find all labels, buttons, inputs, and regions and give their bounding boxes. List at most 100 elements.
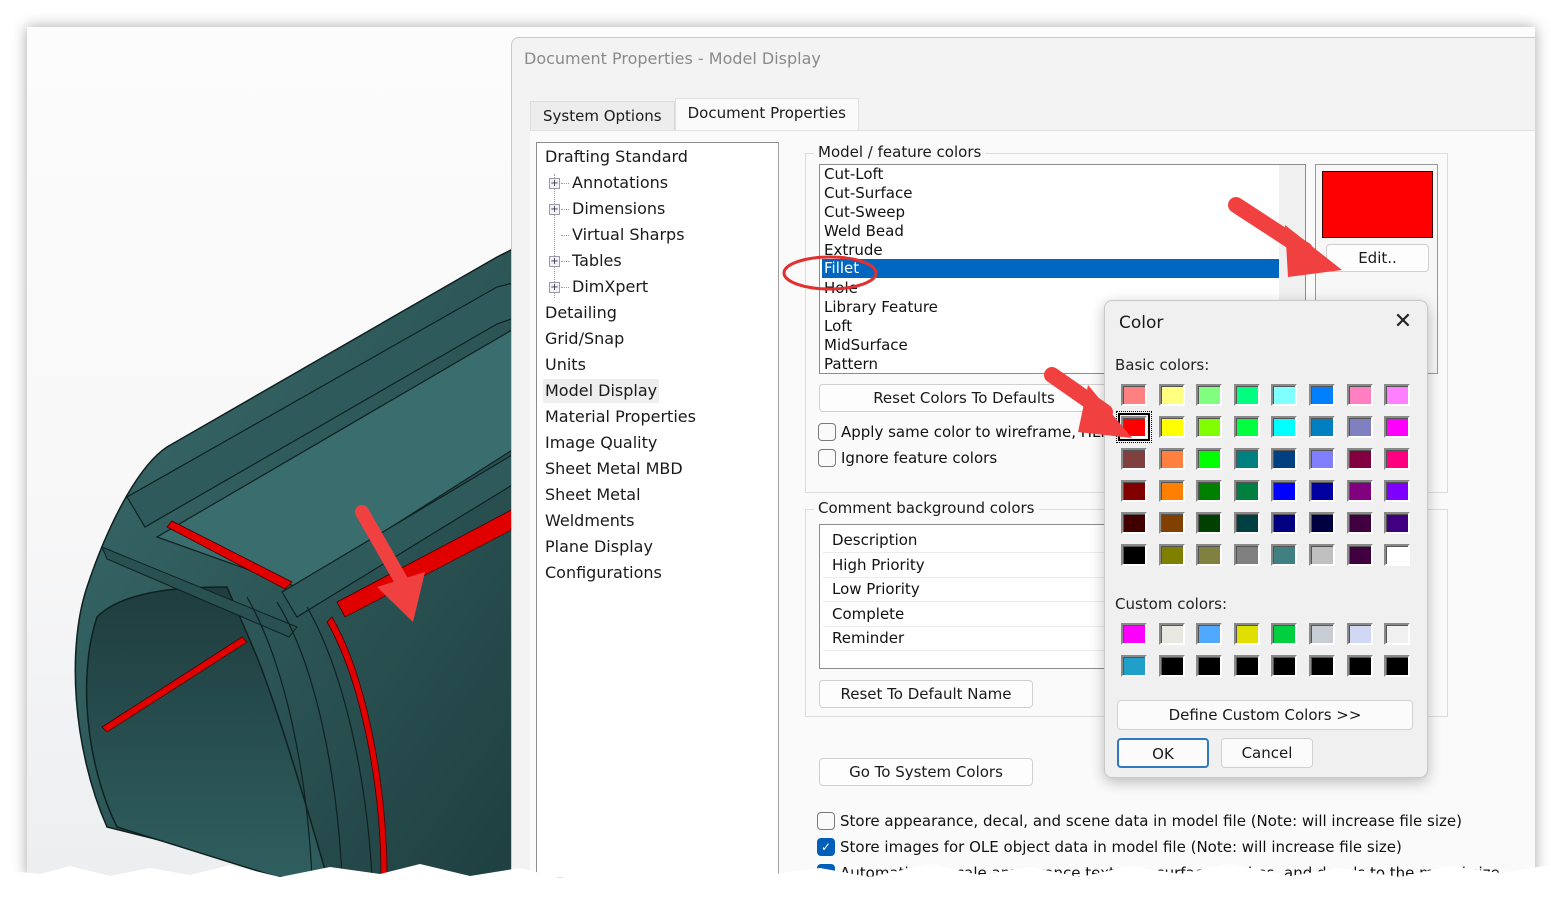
- basic-color-swatch[interactable]: [1158, 480, 1185, 502]
- basic-color-swatch[interactable]: [1271, 480, 1298, 502]
- tree-item-drafting-standard[interactable]: Drafting Standard: [545, 145, 688, 169]
- swatch-arrow-icon: [1044, 367, 1132, 438]
- custom-color-swatch[interactable]: [1158, 655, 1185, 677]
- custom-color-swatch[interactable]: [1121, 623, 1147, 645]
- basic-color-swatch[interactable]: [1271, 512, 1298, 534]
- custom-color-swatch[interactable]: [1384, 623, 1411, 645]
- custom-color-swatch[interactable]: [1196, 623, 1223, 645]
- expand-icon[interactable]: +: [549, 282, 560, 293]
- torn-edge-bottom: [0, 864, 1551, 903]
- tree-item-model-display[interactable]: Model Display: [543, 379, 660, 403]
- basic-color-swatch[interactable]: [1271, 544, 1298, 566]
- basic-color-swatch[interactable]: [1384, 512, 1411, 534]
- basic-color-swatch[interactable]: [1196, 512, 1223, 534]
- group-label: Comment background colors: [814, 499, 1039, 517]
- basic-color-swatch[interactable]: [1346, 512, 1373, 534]
- edit-arrow-icon: [1228, 197, 1342, 277]
- comment-color-list[interactable]: Description High Priority Low Priority C…: [819, 524, 1119, 669]
- list-item[interactable]: Low Priority: [832, 577, 920, 601]
- basic-color-swatch[interactable]: [1346, 544, 1373, 566]
- tab-system-options[interactable]: System Options: [530, 101, 675, 131]
- basic-color-swatch[interactable]: [1121, 544, 1147, 566]
- custom-color-swatch[interactable]: [1121, 655, 1147, 677]
- tree-item-plane-display[interactable]: Plane Display: [545, 535, 653, 559]
- go-to-system-colors-button[interactable]: Go To System Colors: [819, 758, 1033, 786]
- tree-connector: [561, 261, 569, 262]
- model-viewport[interactable]: [27, 27, 517, 877]
- basic-color-swatch[interactable]: [1309, 512, 1335, 534]
- tree-item-material-properties[interactable]: Material Properties: [545, 405, 696, 429]
- custom-color-swatch[interactable]: [1309, 655, 1335, 677]
- tree-item-weldments[interactable]: Weldments: [545, 509, 635, 533]
- option-row[interactable]: ✓ Store images for OLE object data in mo…: [817, 838, 1402, 856]
- basic-color-swatch[interactable]: [1196, 544, 1223, 566]
- basic-color-swatch[interactable]: [1384, 480, 1411, 502]
- basic-color-swatch[interactable]: [1196, 480, 1223, 502]
- tree-connector: [561, 287, 569, 288]
- custom-color-swatch[interactable]: [1271, 623, 1298, 645]
- list-item[interactable]: Description: [832, 528, 917, 552]
- basic-color-swatch[interactable]: [1233, 544, 1260, 566]
- option-row[interactable]: Store appearance, decal, and scene data …: [817, 812, 1462, 830]
- custom-colors-label: Custom colors:: [1115, 595, 1228, 613]
- tree-item-annotations[interactable]: Annotations: [572, 171, 668, 195]
- expand-icon[interactable]: +: [549, 178, 560, 189]
- cancel-button[interactable]: Cancel: [1221, 738, 1313, 768]
- tree-item-virtual-sharps[interactable]: Virtual Sharps: [572, 223, 685, 247]
- custom-color-swatch[interactable]: [1271, 655, 1298, 677]
- store-appearance-checkbox[interactable]: [817, 812, 835, 830]
- tree-connector: [561, 183, 569, 184]
- tree-item-configurations[interactable]: Configurations: [545, 561, 662, 585]
- dialog-title: Document Properties - Model Display: [524, 49, 821, 68]
- tree-item-sheet-metal[interactable]: Sheet Metal: [545, 483, 641, 507]
- basic-color-swatch[interactable]: [1121, 512, 1147, 534]
- custom-color-swatch[interactable]: [1233, 623, 1260, 645]
- basic-color-swatch[interactable]: [1158, 544, 1185, 566]
- tree-item-detailing[interactable]: Detailing: [545, 301, 617, 325]
- tree-item-image-quality[interactable]: Image Quality: [545, 431, 657, 455]
- expand-icon[interactable]: +: [549, 256, 560, 267]
- define-custom-colors-button[interactable]: Define Custom Colors >>: [1117, 700, 1413, 730]
- basic-color-swatch[interactable]: [1158, 512, 1185, 534]
- option-label: Store appearance, decal, and scene data …: [840, 812, 1462, 830]
- custom-color-swatch[interactable]: [1309, 623, 1335, 645]
- basic-color-swatch[interactable]: [1309, 480, 1335, 502]
- basic-color-swatch[interactable]: [1309, 544, 1335, 566]
- tree-connector: [561, 235, 569, 236]
- store-ole-images-checkbox[interactable]: ✓: [817, 838, 835, 856]
- tab-bar: System Options Document Properties: [530, 98, 859, 131]
- basic-color-swatch[interactable]: [1346, 480, 1373, 502]
- tab-document-properties[interactable]: Document Properties: [674, 98, 859, 131]
- tree-item-grid-snap[interactable]: Grid/Snap: [545, 327, 624, 351]
- tree-connector: [561, 209, 569, 210]
- custom-color-swatch[interactable]: [1233, 655, 1260, 677]
- reset-default-name-button[interactable]: Reset To Default Name: [819, 680, 1033, 708]
- tree-item-tables[interactable]: Tables: [572, 249, 622, 273]
- custom-color-swatch[interactable]: [1346, 655, 1373, 677]
- custom-color-swatch[interactable]: [1346, 623, 1373, 645]
- custom-color-swatch[interactable]: [1196, 655, 1223, 677]
- fillet-highlight-circle: [782, 255, 878, 291]
- group-label: Model / feature colors: [814, 143, 986, 161]
- settings-tree[interactable]: Drafting Standard + Annotations + Dimens…: [536, 142, 779, 877]
- basic-color-swatch[interactable]: [1233, 480, 1260, 502]
- custom-color-swatch[interactable]: [1384, 655, 1411, 677]
- tree-item-sheet-metal-mbd[interactable]: Sheet Metal MBD: [545, 457, 683, 481]
- option-label: Store images for OLE object data in mode…: [840, 838, 1402, 856]
- screenshot-stage: Document Properties - Model Display Syst…: [0, 0, 1551, 903]
- list-item[interactable]: Complete: [832, 602, 904, 626]
- annotation-overlay: [782, 197, 1342, 438]
- ok-button[interactable]: OK: [1117, 738, 1209, 768]
- basic-color-swatch[interactable]: [1233, 512, 1260, 534]
- tree-item-dimxpert[interactable]: DimXpert: [572, 275, 648, 299]
- tree-item-units[interactable]: Units: [545, 353, 586, 377]
- cad-model: [74, 246, 517, 877]
- tree-item-dimensions[interactable]: Dimensions: [572, 197, 665, 221]
- list-item[interactable]: Reminder: [832, 626, 904, 650]
- list-item[interactable]: High Priority: [832, 553, 925, 577]
- basic-color-swatch[interactable]: [1384, 544, 1411, 566]
- expand-icon[interactable]: +: [549, 204, 560, 215]
- basic-color-swatch[interactable]: [1121, 480, 1147, 502]
- custom-color-swatch[interactable]: [1158, 623, 1185, 645]
- row-divider: [823, 650, 1115, 651]
